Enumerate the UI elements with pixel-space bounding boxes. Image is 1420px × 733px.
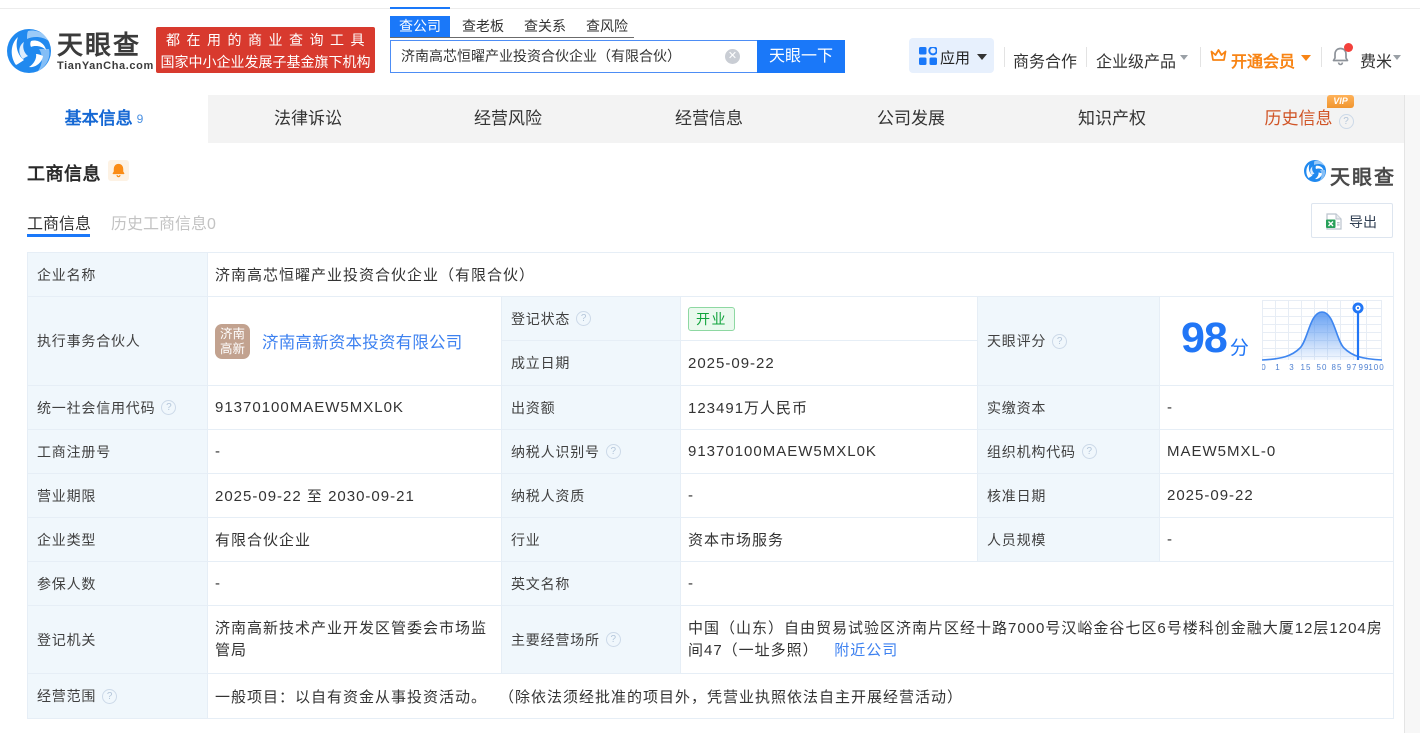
svg-text:97: 97 bbox=[1346, 363, 1357, 372]
svg-text:1: 1 bbox=[1275, 363, 1280, 372]
svg-text:85: 85 bbox=[1331, 363, 1342, 372]
svg-text:100: 100 bbox=[1368, 363, 1384, 372]
svg-text:3: 3 bbox=[1289, 363, 1294, 372]
svg-text:50: 50 bbox=[1316, 363, 1327, 372]
svg-text:15: 15 bbox=[1300, 363, 1311, 372]
svg-text:0: 0 bbox=[1262, 363, 1267, 372]
